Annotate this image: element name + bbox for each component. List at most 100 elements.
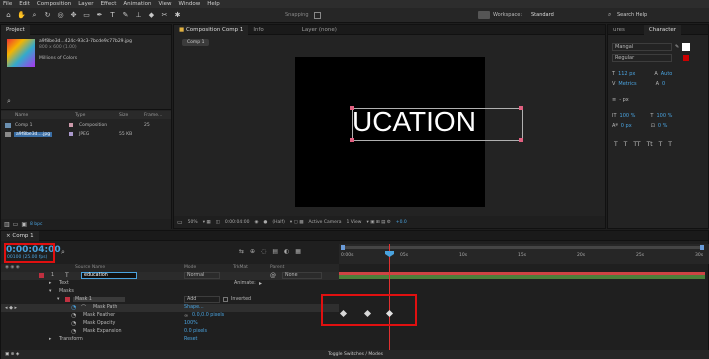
camera-icon[interactable]: ◉ (255, 220, 259, 225)
col-trkmat[interactable]: TrkMat (233, 265, 248, 270)
all-caps-button[interactable]: TT (633, 141, 640, 148)
superscript-button[interactable]: T (659, 141, 663, 148)
monitor-icon[interactable]: ▭ (177, 219, 183, 226)
resolution-select[interactable]: (Half) (272, 220, 285, 225)
comp-pill[interactable]: Comp 1 (182, 39, 210, 46)
mask-expansion-value[interactable]: 0.0 pixels (184, 329, 207, 334)
mask-feather-value[interactable]: 0.0,0.0 pixels (192, 313, 224, 318)
tab-project[interactable]: Project (1, 24, 30, 35)
col-mode[interactable]: Mode (184, 265, 196, 270)
graph-editor-icon[interactable]: ▦ (295, 248, 301, 255)
menu-animation[interactable]: Animation (123, 1, 151, 7)
parent-pickwhip-icon[interactable]: @ (270, 272, 276, 279)
mask-path-row[interactable]: ◂ ◆ ▸ ◔ ⌒ Mask Path Shape... (1, 304, 339, 312)
col-frame[interactable]: Frame... (144, 113, 162, 118)
brush-icon[interactable]: ✎ (121, 11, 130, 20)
mask-expansion-row[interactable]: ◔ Mask Expansion 0.0 pixels (1, 328, 339, 336)
menu-effect[interactable]: Effect (101, 1, 117, 7)
bpc-label[interactable]: 8 bpc (30, 222, 42, 227)
menu-edit[interactable]: Edit (19, 1, 30, 7)
animate-menu[interactable]: Animate: (234, 281, 256, 286)
rotate-icon[interactable]: ↻ (43, 11, 52, 20)
home-icon[interactable]: ⌂ (4, 11, 13, 20)
small-caps-button[interactable]: Tt (647, 141, 653, 148)
search-icon[interactable]: ⌕ (7, 97, 11, 106)
twirl-icon[interactable]: ▾ (49, 289, 51, 294)
faux-italic-button[interactable]: T (624, 141, 628, 148)
mask-name[interactable]: Mask 1 (73, 297, 125, 303)
workspace-value[interactable]: Standard (531, 12, 554, 18)
motion-blur-icon[interactable]: ◐ (284, 248, 289, 255)
comp-canvas[interactable]: UCATION (295, 57, 523, 207)
menu-file[interactable]: File (3, 1, 12, 7)
stroke-color-swatch[interactable] (683, 55, 689, 61)
kerning-value[interactable]: Metrics (618, 81, 636, 87)
font-style-select[interactable]: Regular (612, 54, 672, 62)
twirl-icon[interactable]: ▸ (49, 337, 51, 342)
footer-icons[interactable]: ▣ ⊕ ◈ (5, 352, 19, 357)
eyedropper-icon[interactable]: ✎ (675, 44, 679, 50)
stamp-icon[interactable]: ⊥ (134, 11, 143, 20)
mask-color-swatch[interactable] (65, 297, 70, 303)
trash-icon[interactable]: ▥ (4, 221, 10, 228)
color-icon[interactable]: ● (263, 220, 267, 225)
toggle-switches-modes[interactable]: Toggle Switches / Modes (328, 352, 383, 357)
layer-row[interactable]: 1 T education Normal @ None (1, 272, 339, 280)
layer-mode-select[interactable]: Normal (184, 272, 220, 280)
search-icon[interactable]: ⌕ (61, 248, 65, 257)
time-ruler[interactable]: 0:00s 05s 10s 15s 20s 25s 30s (339, 244, 709, 264)
twirl-icon[interactable]: ▸ (49, 281, 51, 286)
tab-info[interactable]: Info (248, 25, 268, 35)
zoom-icon[interactable]: ⌕ (30, 11, 39, 20)
hand-icon[interactable]: ✋ (17, 11, 26, 20)
mask-mode-select[interactable]: Add (184, 296, 220, 304)
menu-window[interactable]: Window (179, 1, 201, 7)
font-family-select[interactable]: Mangal (612, 43, 672, 51)
zoom-select[interactable]: 50% (188, 220, 198, 225)
eraser-icon[interactable]: ◆ (147, 11, 156, 20)
mask-handle[interactable] (519, 138, 523, 142)
font-size-value[interactable]: 112 px (618, 71, 635, 77)
camera-select[interactable]: Active Camera (309, 220, 342, 225)
col-source-name[interactable]: Source Name (75, 265, 105, 270)
camera-icon[interactable]: ◎ (56, 11, 65, 20)
transform-row[interactable]: ▸ Transform Reset (1, 336, 339, 344)
tab-character[interactable]: Character (643, 24, 682, 35)
reset-link[interactable]: Reset (184, 337, 197, 342)
subscript-button[interactable]: T (668, 141, 672, 148)
comp-text-layer[interactable]: UCATION (352, 106, 485, 138)
list-item[interactable]: a9f8be3d....jpg JPEG 55 KB (1, 130, 171, 138)
roto-icon[interactable]: ✂ (160, 11, 169, 20)
tab-composition[interactable]: ■ Composition Comp 1 (174, 24, 249, 35)
folder-icon[interactable]: ▭ (13, 221, 19, 228)
snapping-checkbox[interactable] (314, 12, 321, 19)
stopwatch-icon[interactable]: ◔ (71, 304, 76, 311)
link-icon[interactable]: ∞ (184, 313, 188, 319)
tsume-value[interactable]: 0 % (658, 123, 668, 129)
col-parent[interactable]: Parent (270, 265, 284, 270)
menu-layer[interactable]: Layer (78, 1, 93, 7)
view-options-icon[interactable]: ▾ ▣ ⊞ ▤ ⚙ (367, 220, 391, 225)
mask-opacity-value[interactable]: 100% (184, 321, 198, 326)
frame-blend-icon[interactable]: ▤ (272, 248, 278, 255)
twirl-icon[interactable]: ▾ (57, 297, 59, 302)
pen-icon[interactable]: ✒ (95, 11, 104, 20)
mask1-row[interactable]: ▾ Mask 1 Add Inverted (1, 296, 339, 304)
rect-icon[interactable]: ▭ (82, 11, 91, 20)
tab-timeline[interactable]: × Comp 1 (1, 230, 39, 241)
col-size[interactable]: Size (119, 113, 128, 118)
animate-arrow-icon[interactable]: ▸ (259, 280, 262, 287)
layer-name-field[interactable]: education (81, 272, 137, 280)
puppet-icon[interactable]: ✱ (173, 11, 182, 20)
vertical-scale-value[interactable]: 100 % (620, 113, 636, 119)
list-item[interactable]: Comp 1 Composition 25 (1, 121, 171, 129)
tracking-value[interactable]: 0 (662, 81, 665, 87)
tab-layer[interactable]: Layer (none) (297, 25, 342, 35)
mask-path-value[interactable]: Shape... (184, 305, 204, 310)
work-area-start-handle[interactable] (341, 245, 345, 250)
layer-duration-bar[interactable] (339, 272, 705, 279)
stopwatch-icon[interactable]: ◔ (71, 328, 76, 335)
timecode-display[interactable]: 0:00:04:00 (225, 220, 250, 225)
mask-opacity-row[interactable]: ◔ Mask Opacity 100% (1, 320, 339, 328)
horizontal-scale-value[interactable]: 100 % (656, 113, 672, 119)
